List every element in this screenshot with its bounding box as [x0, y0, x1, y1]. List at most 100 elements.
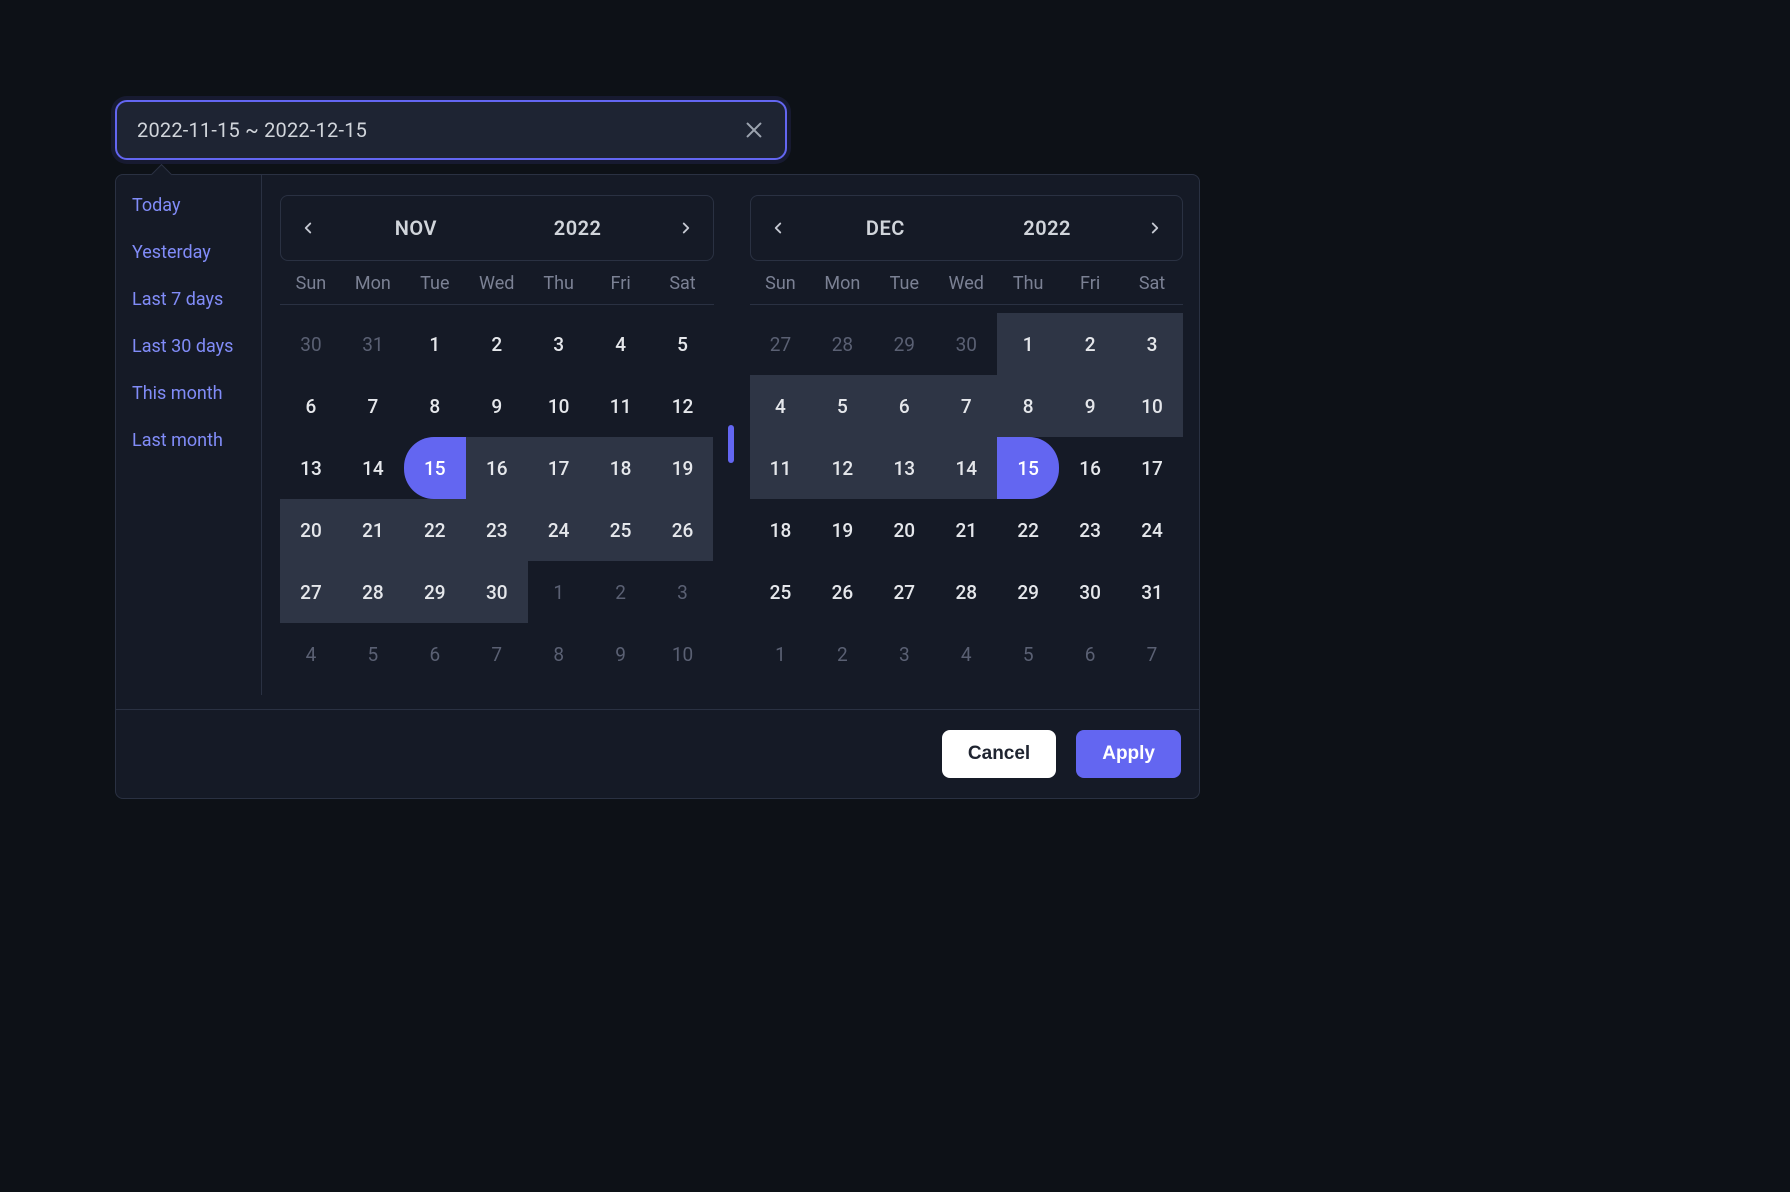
prev-month-button[interactable] — [281, 196, 335, 260]
calendar-day[interactable]: 15 — [404, 437, 466, 499]
calendar-day[interactable]: 20 — [873, 499, 935, 561]
calendar-day[interactable]: 8 — [528, 623, 590, 685]
calendar-day[interactable]: 1 — [750, 623, 812, 685]
calendar-day[interactable]: 2 — [1059, 313, 1121, 375]
calendar-day[interactable]: 26 — [811, 561, 873, 623]
prev-month-button[interactable] — [751, 196, 805, 260]
calendar-day[interactable]: 10 — [1121, 375, 1183, 437]
calendar-day[interactable]: 10 — [528, 375, 590, 437]
calendar-day[interactable]: 2 — [811, 623, 873, 685]
calendar-day[interactable]: 2 — [466, 313, 528, 375]
calendar-day[interactable]: 7 — [466, 623, 528, 685]
calendar-day[interactable]: 3 — [873, 623, 935, 685]
calendar-day[interactable]: 29 — [997, 561, 1059, 623]
calendar-day[interactable]: 4 — [750, 375, 812, 437]
preset-item[interactable]: Last month — [132, 430, 261, 451]
year-label[interactable]: 2022 — [497, 216, 659, 240]
calendar-day[interactable]: 1 — [528, 561, 590, 623]
calendar-day[interactable]: 28 — [935, 561, 997, 623]
calendar-day[interactable]: 31 — [1121, 561, 1183, 623]
date-range-input[interactable]: 2022-11-15 ~ 2022-12-15 — [115, 100, 787, 160]
calendar-day[interactable]: 6 — [280, 375, 342, 437]
preset-item[interactable]: This month — [132, 383, 261, 404]
calendar-day[interactable]: 7 — [342, 375, 404, 437]
calendar-day[interactable]: 5 — [811, 375, 873, 437]
calendar-day[interactable]: 1 — [404, 313, 466, 375]
calendar-day[interactable]: 22 — [404, 499, 466, 561]
calendar-day[interactable]: 10 — [652, 623, 714, 685]
calendar-day[interactable]: 26 — [652, 499, 714, 561]
calendar-day[interactable]: 13 — [280, 437, 342, 499]
calendar-day[interactable]: 28 — [342, 561, 404, 623]
calendar-day[interactable]: 19 — [652, 437, 714, 499]
calendar-day[interactable]: 22 — [997, 499, 1059, 561]
cancel-button[interactable]: Cancel — [942, 730, 1056, 778]
calendar-day[interactable]: 9 — [1059, 375, 1121, 437]
calendar-day[interactable]: 11 — [590, 375, 652, 437]
calendar-day[interactable]: 23 — [466, 499, 528, 561]
calendar-day[interactable]: 7 — [1121, 623, 1183, 685]
calendar-day[interactable]: 14 — [935, 437, 997, 499]
calendar-day[interactable]: 29 — [404, 561, 466, 623]
calendar-day[interactable]: 4 — [590, 313, 652, 375]
calendar-day[interactable]: 9 — [466, 375, 528, 437]
preset-item[interactable]: Today — [132, 195, 261, 216]
calendar-day[interactable]: 5 — [997, 623, 1059, 685]
calendar-day[interactable]: 31 — [342, 313, 404, 375]
calendar-day[interactable]: 2 — [590, 561, 652, 623]
calendar-day[interactable]: 9 — [590, 623, 652, 685]
preset-item[interactable]: Yesterday — [132, 242, 261, 263]
calendar-day[interactable]: 19 — [811, 499, 873, 561]
calendar-day[interactable]: 17 — [528, 437, 590, 499]
calendar-day[interactable]: 30 — [935, 313, 997, 375]
calendar-day[interactable]: 27 — [873, 561, 935, 623]
calendar-day[interactable]: 4 — [280, 623, 342, 685]
calendar-day[interactable]: 30 — [466, 561, 528, 623]
calendar-day[interactable]: 24 — [528, 499, 590, 561]
calendar-day[interactable]: 4 — [935, 623, 997, 685]
calendar-day[interactable]: 8 — [997, 375, 1059, 437]
calendar-day[interactable]: 12 — [652, 375, 714, 437]
calendar-day[interactable]: 11 — [750, 437, 812, 499]
calendar-day[interactable]: 27 — [750, 313, 812, 375]
calendar-day[interactable]: 3 — [1121, 313, 1183, 375]
calendar-day[interactable]: 29 — [873, 313, 935, 375]
calendar-day[interactable]: 16 — [1059, 437, 1121, 499]
calendar-day[interactable]: 6 — [1059, 623, 1121, 685]
calendar-day[interactable]: 13 — [873, 437, 935, 499]
calendar-day[interactable]: 12 — [811, 437, 873, 499]
calendar-day[interactable]: 18 — [590, 437, 652, 499]
calendar-day[interactable]: 5 — [342, 623, 404, 685]
calendar-day[interactable]: 21 — [935, 499, 997, 561]
calendar-day[interactable]: 7 — [935, 375, 997, 437]
next-month-button[interactable] — [1128, 196, 1182, 260]
preset-item[interactable]: Last 7 days — [132, 289, 261, 310]
calendar-day[interactable]: 23 — [1059, 499, 1121, 561]
calendar-day[interactable]: 21 — [342, 499, 404, 561]
calendar-day[interactable]: 24 — [1121, 499, 1183, 561]
month-label[interactable]: NOV — [335, 216, 497, 240]
preset-item[interactable]: Last 30 days — [132, 336, 261, 357]
calendar-day[interactable]: 14 — [342, 437, 404, 499]
calendar-day[interactable]: 3 — [652, 561, 714, 623]
calendar-day[interactable]: 28 — [811, 313, 873, 375]
calendar-day[interactable]: 25 — [590, 499, 652, 561]
apply-button[interactable]: Apply — [1076, 730, 1181, 778]
calendar-day[interactable]: 8 — [404, 375, 466, 437]
calendar-day[interactable]: 5 — [652, 313, 714, 375]
calendar-day[interactable]: 25 — [750, 561, 812, 623]
calendar-day[interactable]: 6 — [404, 623, 466, 685]
year-label[interactable]: 2022 — [966, 216, 1128, 240]
month-label[interactable]: DEC — [805, 216, 967, 240]
calendar-day[interactable]: 16 — [466, 437, 528, 499]
clear-icon[interactable] — [743, 119, 765, 141]
calendar-day[interactable]: 15 — [997, 437, 1059, 499]
calendar-day[interactable]: 27 — [280, 561, 342, 623]
calendar-day[interactable]: 1 — [997, 313, 1059, 375]
calendar-day[interactable]: 3 — [528, 313, 590, 375]
calendar-day[interactable]: 18 — [750, 499, 812, 561]
calendar-day[interactable]: 30 — [1059, 561, 1121, 623]
calendar-day[interactable]: 6 — [873, 375, 935, 437]
next-month-button[interactable] — [659, 196, 713, 260]
calendar-day[interactable]: 20 — [280, 499, 342, 561]
